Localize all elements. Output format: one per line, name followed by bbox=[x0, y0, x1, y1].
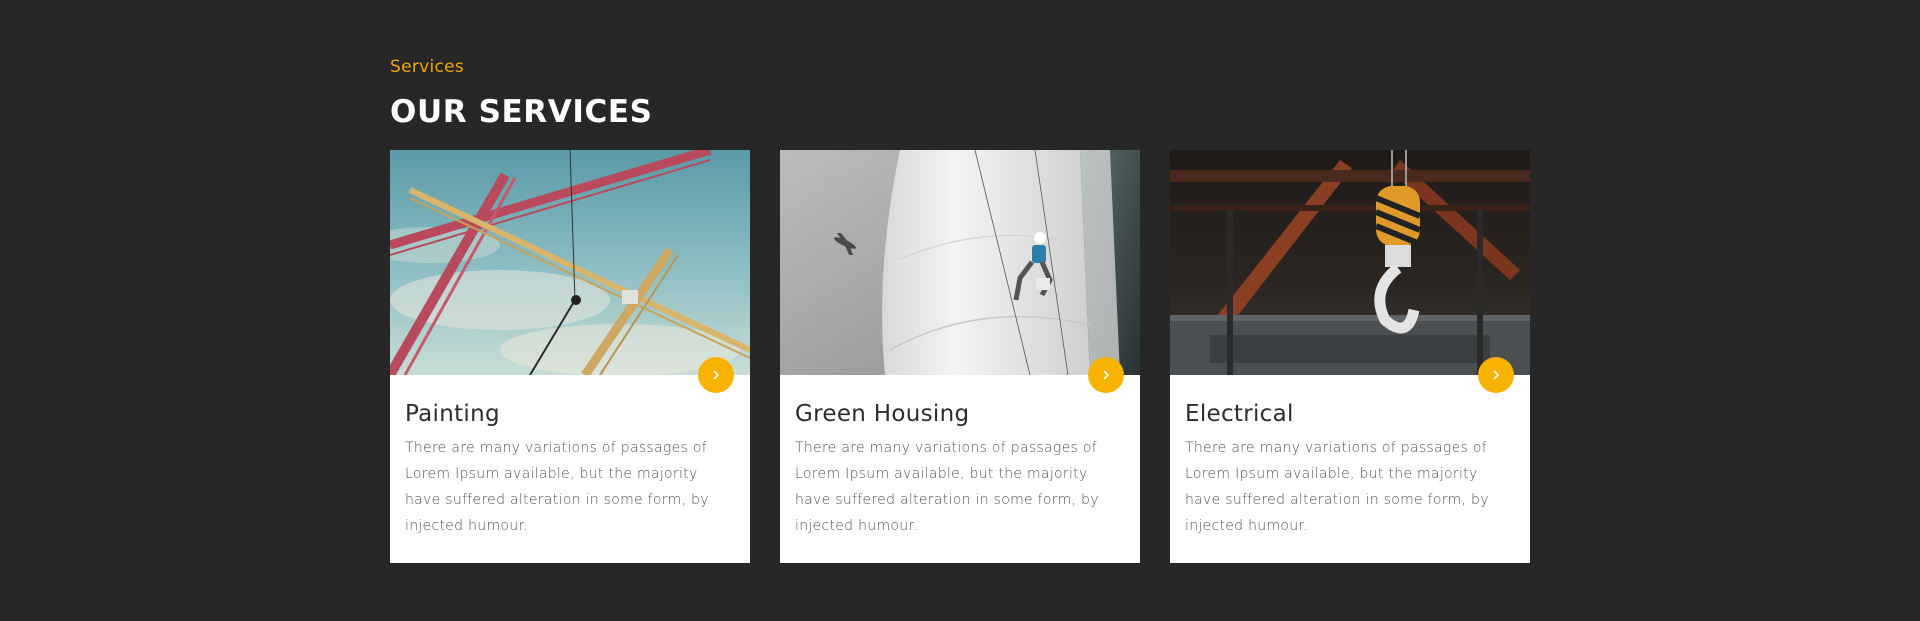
service-card-green-housing[interactable]: Green Housing There are many variations … bbox=[780, 150, 1140, 563]
service-card-electrical[interactable]: Electrical There are many variations of … bbox=[1170, 150, 1530, 563]
service-image-cranes bbox=[390, 150, 750, 375]
chevron-right-icon bbox=[713, 370, 720, 380]
service-image-tower-worker bbox=[780, 150, 1140, 375]
section-eyebrow: Services bbox=[390, 57, 465, 77]
chevron-right-icon bbox=[1103, 370, 1110, 380]
card-arrow-button-green-housing[interactable] bbox=[1088, 357, 1124, 393]
services-cards: Painting There are many variations of pa… bbox=[390, 150, 1530, 563]
section-title: OUR SERVICES bbox=[390, 94, 653, 130]
card-arrow-button-electrical[interactable] bbox=[1478, 357, 1514, 393]
card-title: Green Housing bbox=[795, 401, 970, 427]
chevron-right-icon bbox=[1493, 370, 1500, 380]
card-title: Painting bbox=[405, 401, 500, 427]
service-image-crane-hook bbox=[1170, 150, 1530, 375]
card-title: Electrical bbox=[1185, 401, 1294, 427]
card-arrow-button-painting[interactable] bbox=[698, 357, 734, 393]
card-description: There are many variations of passages of… bbox=[405, 440, 709, 534]
card-description: There are many variations of passages of… bbox=[1185, 440, 1489, 534]
card-description: There are many variations of passages of… bbox=[795, 440, 1099, 534]
service-card-painting[interactable]: Painting There are many variations of pa… bbox=[390, 150, 750, 563]
